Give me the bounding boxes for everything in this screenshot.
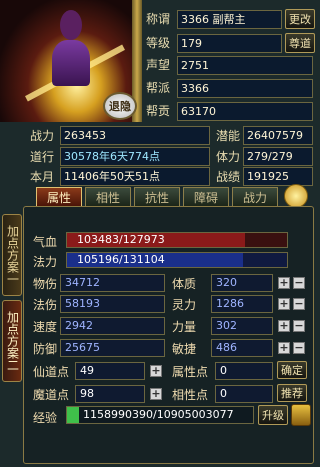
faction-label: 帮派 <box>146 81 171 95</box>
agi-value: 486 <box>211 339 273 357</box>
dao-value: 30578年6天774点 <box>60 147 210 166</box>
spd-value: 2942 <box>60 317 165 335</box>
tab-attributes[interactable]: 属性 <box>36 187 82 207</box>
plan-two-tab[interactable]: 加点方案二 <box>2 300 22 382</box>
season-label: 本月 <box>30 170 55 184</box>
def-label: 防御 <box>33 342 58 356</box>
immortal-label: 仙道点 <box>33 365 70 379</box>
str-minus-button[interactable]: − <box>293 320 305 332</box>
stamina-value: 279/279 <box>243 147 313 166</box>
contribution-label: 帮贡 <box>146 104 171 118</box>
mag-label: 法伤 <box>33 298 58 312</box>
level-label: 等级 <box>146 36 171 50</box>
season-value: 11406年50天51点 <box>60 167 210 186</box>
con-minus-button[interactable]: − <box>293 277 305 289</box>
spi-plus-button[interactable]: + <box>278 298 290 310</box>
exp-bar: 1158990390/10905003077 <box>66 406 254 424</box>
phys-value: 34712 <box>60 274 165 292</box>
hp-label: 气血 <box>33 235 58 249</box>
stamina-label: 体力 <box>216 150 241 164</box>
demon-value: 98 <box>75 385 145 403</box>
agi-plus-button[interactable]: + <box>278 342 290 354</box>
hp-bar: 103483/127973 <box>66 232 288 248</box>
mp-bar: 105196/131104 <box>66 252 288 268</box>
lock-icon[interactable] <box>291 404 311 426</box>
mag-value: 58193 <box>60 295 165 313</box>
con-label: 体质 <box>172 277 197 291</box>
str-plus-button[interactable]: + <box>278 320 290 332</box>
mp-value: 105196/131104 <box>77 253 165 266</box>
immortal-value: 49 <box>75 362 145 380</box>
power-value: 263453 <box>60 126 210 145</box>
power-label: 战力 <box>30 129 55 143</box>
tab-resistance[interactable]: 抗性 <box>134 187 180 207</box>
agi-minus-button[interactable]: − <box>293 342 305 354</box>
plan-one-tab[interactable]: 加点方案一 <box>2 214 22 296</box>
tab-affinity[interactable]: 相性 <box>85 187 131 207</box>
fame-value: 2751 <box>177 56 313 75</box>
merit-label: 战绩 <box>216 170 241 184</box>
attr-points-value: 0 <box>215 362 273 380</box>
attr-points-label: 属性点 <box>172 365 209 379</box>
merit-value: 191925 <box>243 167 313 186</box>
mp-label: 法力 <box>33 255 58 269</box>
con-value: 320 <box>211 274 273 292</box>
demon-plus-button[interactable]: + <box>150 388 162 400</box>
confirm-button[interactable]: 确定 <box>277 361 307 379</box>
dao-label: 道行 <box>30 150 55 164</box>
potential-value: 26407579 <box>243 126 313 145</box>
upgrade-button[interactable]: 升级 <box>258 405 288 425</box>
change-title-button[interactable]: 更改 <box>285 9 315 29</box>
spd-label: 速度 <box>33 320 58 334</box>
spi-label: 灵力 <box>172 298 197 312</box>
demon-label: 魔道点 <box>33 388 70 402</box>
phase-points-value: 0 <box>215 385 273 403</box>
tab-obstacle[interactable]: 障碍 <box>183 187 229 207</box>
str-label: 力量 <box>172 320 197 334</box>
agi-label: 敏捷 <box>172 342 197 356</box>
str-value: 302 <box>211 317 273 335</box>
potential-label: 潜能 <box>216 129 241 143</box>
con-plus-button[interactable]: + <box>278 277 290 289</box>
exp-value: 1158990390/10905003077 <box>83 408 234 421</box>
yin-yang-icon[interactable] <box>284 184 308 208</box>
spi-value: 1286 <box>211 295 273 313</box>
respect-button[interactable]: 尊道 <box>285 33 315 53</box>
hp-value: 103483/127973 <box>77 233 165 246</box>
phase-points-label: 相性点 <box>172 388 209 402</box>
retreat-button[interactable]: 退隐 <box>103 92 137 120</box>
faction-value: 3366 <box>177 79 313 98</box>
title-value: 3366 副帮主 <box>177 10 282 29</box>
exp-label: 经验 <box>33 411 58 425</box>
exp-bar-fill <box>67 407 79 423</box>
def-value: 25675 <box>60 339 165 357</box>
recommend-button[interactable]: 推荐 <box>277 384 307 402</box>
contribution-value: 63170 <box>177 102 313 121</box>
immortal-plus-button[interactable]: + <box>150 365 162 377</box>
fame-label: 声望 <box>146 58 171 72</box>
spi-minus-button[interactable]: − <box>293 298 305 310</box>
tab-combat-power[interactable]: 战力 <box>232 187 278 207</box>
level-value: 179 <box>177 34 282 53</box>
title-label: 称谓 <box>146 12 171 26</box>
phys-label: 物伤 <box>33 277 58 291</box>
